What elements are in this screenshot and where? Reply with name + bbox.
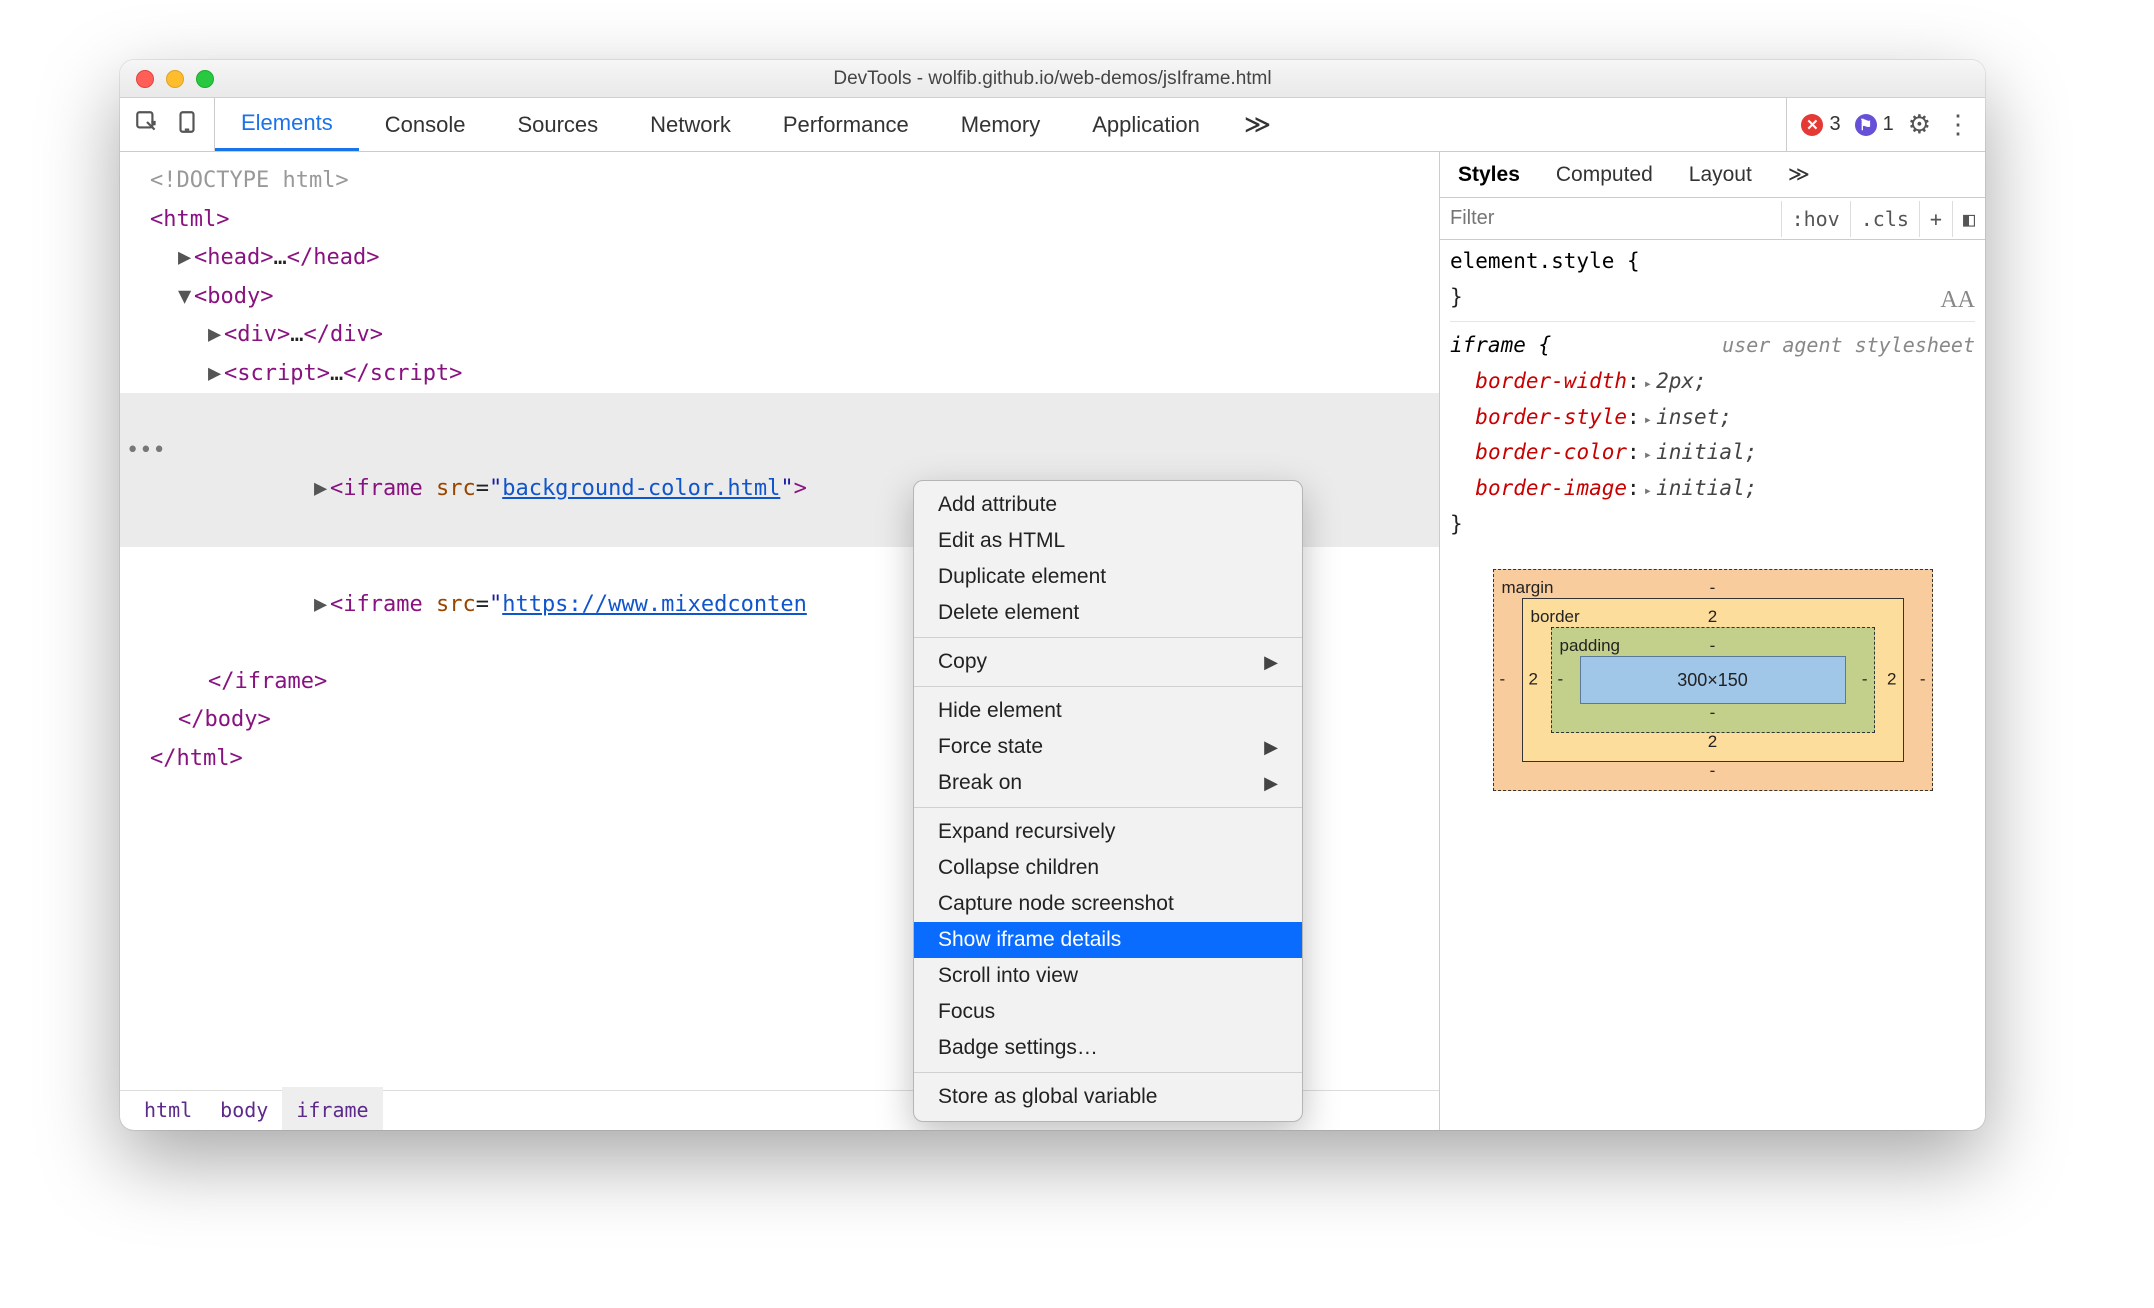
bm-padding-label: padding xyxy=(1560,632,1621,661)
stab-computed[interactable]: Computed xyxy=(1538,152,1671,197)
ctx-separator xyxy=(914,637,1302,638)
dom-head[interactable]: ▶<head>…</head> xyxy=(120,239,1439,278)
dom-script[interactable]: ▶<script>…</script> xyxy=(120,355,1439,394)
stab-overflow-icon[interactable]: ≫ xyxy=(1770,152,1828,197)
ctx-expand-recursively[interactable]: Expand recursively xyxy=(914,814,1302,850)
issue-count: 1 xyxy=(1883,113,1894,136)
kebab-icon[interactable]: ⋮ xyxy=(1945,109,1971,140)
device-icon[interactable] xyxy=(174,109,200,141)
issue-badge[interactable]: ⚑ 1 xyxy=(1855,113,1894,136)
css-declaration[interactable]: border-image:▸initial; xyxy=(1450,471,1975,507)
bm-content-size: 300×150 xyxy=(1580,656,1846,705)
ctx-separator xyxy=(914,1072,1302,1073)
crumb-iframe[interactable]: iframe xyxy=(282,1087,382,1130)
error-dot-icon: ✕ xyxy=(1801,114,1823,136)
ctx-focus[interactable]: Focus xyxy=(914,994,1302,1030)
tab-sources[interactable]: Sources xyxy=(491,98,624,151)
styles-tabs: Styles Computed Layout ≫ xyxy=(1440,152,1985,198)
ctx-delete-element[interactable]: Delete element xyxy=(914,595,1302,631)
inspect-icon[interactable] xyxy=(134,109,160,141)
ctx-collapse-children[interactable]: Collapse children xyxy=(914,850,1302,886)
styles-filter-row: :hov .cls + ◧ xyxy=(1440,198,1985,240)
crumb-html[interactable]: html xyxy=(130,1087,206,1130)
css-declaration[interactable]: border-color:▸initial; xyxy=(1450,435,1975,471)
ctx-edit-as-html[interactable]: Edit as HTML xyxy=(914,523,1302,559)
main-tabs: Elements Console Sources Network Perform… xyxy=(215,98,1226,151)
box-model-diagram[interactable]: margin - - - - border 2 2 2 2 xyxy=(1493,569,1933,792)
ctx-add-attribute[interactable]: Add attribute xyxy=(914,487,1302,523)
tab-application[interactable]: Application xyxy=(1066,98,1226,151)
hov-button[interactable]: :hov xyxy=(1781,201,1850,237)
window-title: DevTools - wolfib.github.io/web-demos/js… xyxy=(120,68,1985,90)
ctx-scroll-into-view[interactable]: Scroll into view xyxy=(914,958,1302,994)
dom-body-open[interactable]: ▼<body> xyxy=(120,278,1439,317)
styles-body: element.style { } AA iframe { user agent… xyxy=(1440,240,1985,1130)
ctx-duplicate-element[interactable]: Duplicate element xyxy=(914,559,1302,595)
filter-input[interactable] xyxy=(1440,201,1781,236)
ctx-separator xyxy=(914,686,1302,687)
styles-pane: Styles Computed Layout ≫ :hov .cls + ◧ e… xyxy=(1439,152,1985,1130)
toolbar-right: ✕ 3 ⚑ 1 ⚙ ⋮ xyxy=(1786,98,1985,151)
ctx-force-state[interactable]: Force state▶ xyxy=(914,729,1302,765)
gutter-dots-icon: ••• xyxy=(126,432,166,471)
ctx-capture-node-screenshot[interactable]: Capture node screenshot xyxy=(914,886,1302,922)
ctx-badge-settings-[interactable]: Badge settings… xyxy=(914,1030,1302,1066)
iframe-selector[interactable]: iframe { xyxy=(1450,333,1551,357)
error-badge[interactable]: ✕ 3 xyxy=(1801,113,1840,136)
stab-styles[interactable]: Styles xyxy=(1440,152,1538,197)
ctx-store-as-global-variable[interactable]: Store as global variable xyxy=(914,1079,1302,1115)
toolbar-left xyxy=(120,98,215,151)
css-declaration[interactable]: border-width:▸2px; xyxy=(1450,364,1975,400)
ctx-copy[interactable]: Copy▶ xyxy=(914,644,1302,680)
tab-console[interactable]: Console xyxy=(359,98,492,151)
ua-stylesheet-label: user agent stylesheet xyxy=(1722,328,1975,362)
toggle-sidebar-icon[interactable]: ◧ xyxy=(1952,201,1985,237)
context-menu[interactable]: Add attributeEdit as HTMLDuplicate eleme… xyxy=(913,480,1303,1122)
element-style-open[interactable]: element.style { xyxy=(1450,249,1640,273)
tab-network[interactable]: Network xyxy=(624,98,757,151)
tabs-overflow-icon[interactable]: ≫ xyxy=(1226,98,1289,151)
gear-icon[interactable]: ⚙ xyxy=(1908,109,1931,140)
tab-performance[interactable]: Performance xyxy=(757,98,935,151)
tab-elements[interactable]: Elements xyxy=(215,98,359,151)
cls-button[interactable]: .cls xyxy=(1850,201,1919,237)
ctx-separator xyxy=(914,807,1302,808)
element-style-close: } xyxy=(1450,285,1463,309)
main-toolbar: Elements Console Sources Network Perform… xyxy=(120,98,1985,152)
devtools-window: DevTools - wolfib.github.io/web-demos/js… xyxy=(120,60,1985,1130)
css-declaration[interactable]: border-style:▸inset; xyxy=(1450,400,1975,436)
error-count: 3 xyxy=(1829,113,1840,136)
stab-layout[interactable]: Layout xyxy=(1671,152,1770,197)
iframe-rule-close: } xyxy=(1450,507,1975,543)
ctx-show-iframe-details[interactable]: Show iframe details xyxy=(914,922,1302,958)
tab-memory[interactable]: Memory xyxy=(935,98,1066,151)
dom-html-open[interactable]: <html> xyxy=(150,207,229,232)
dom-div[interactable]: ▶<div>…</div> xyxy=(120,316,1439,355)
ctx-hide-element[interactable]: Hide element xyxy=(914,693,1302,729)
titlebar: DevTools - wolfib.github.io/web-demos/js… xyxy=(120,60,1985,98)
font-size-icon[interactable]: AA xyxy=(1940,280,1975,321)
issue-dot-icon: ⚑ xyxy=(1855,114,1877,136)
dom-doctype[interactable]: <!DOCTYPE html> xyxy=(150,168,349,193)
crumb-body[interactable]: body xyxy=(206,1087,282,1130)
ctx-break-on[interactable]: Break on▶ xyxy=(914,765,1302,801)
add-rule-button[interactable]: + xyxy=(1919,201,1952,237)
